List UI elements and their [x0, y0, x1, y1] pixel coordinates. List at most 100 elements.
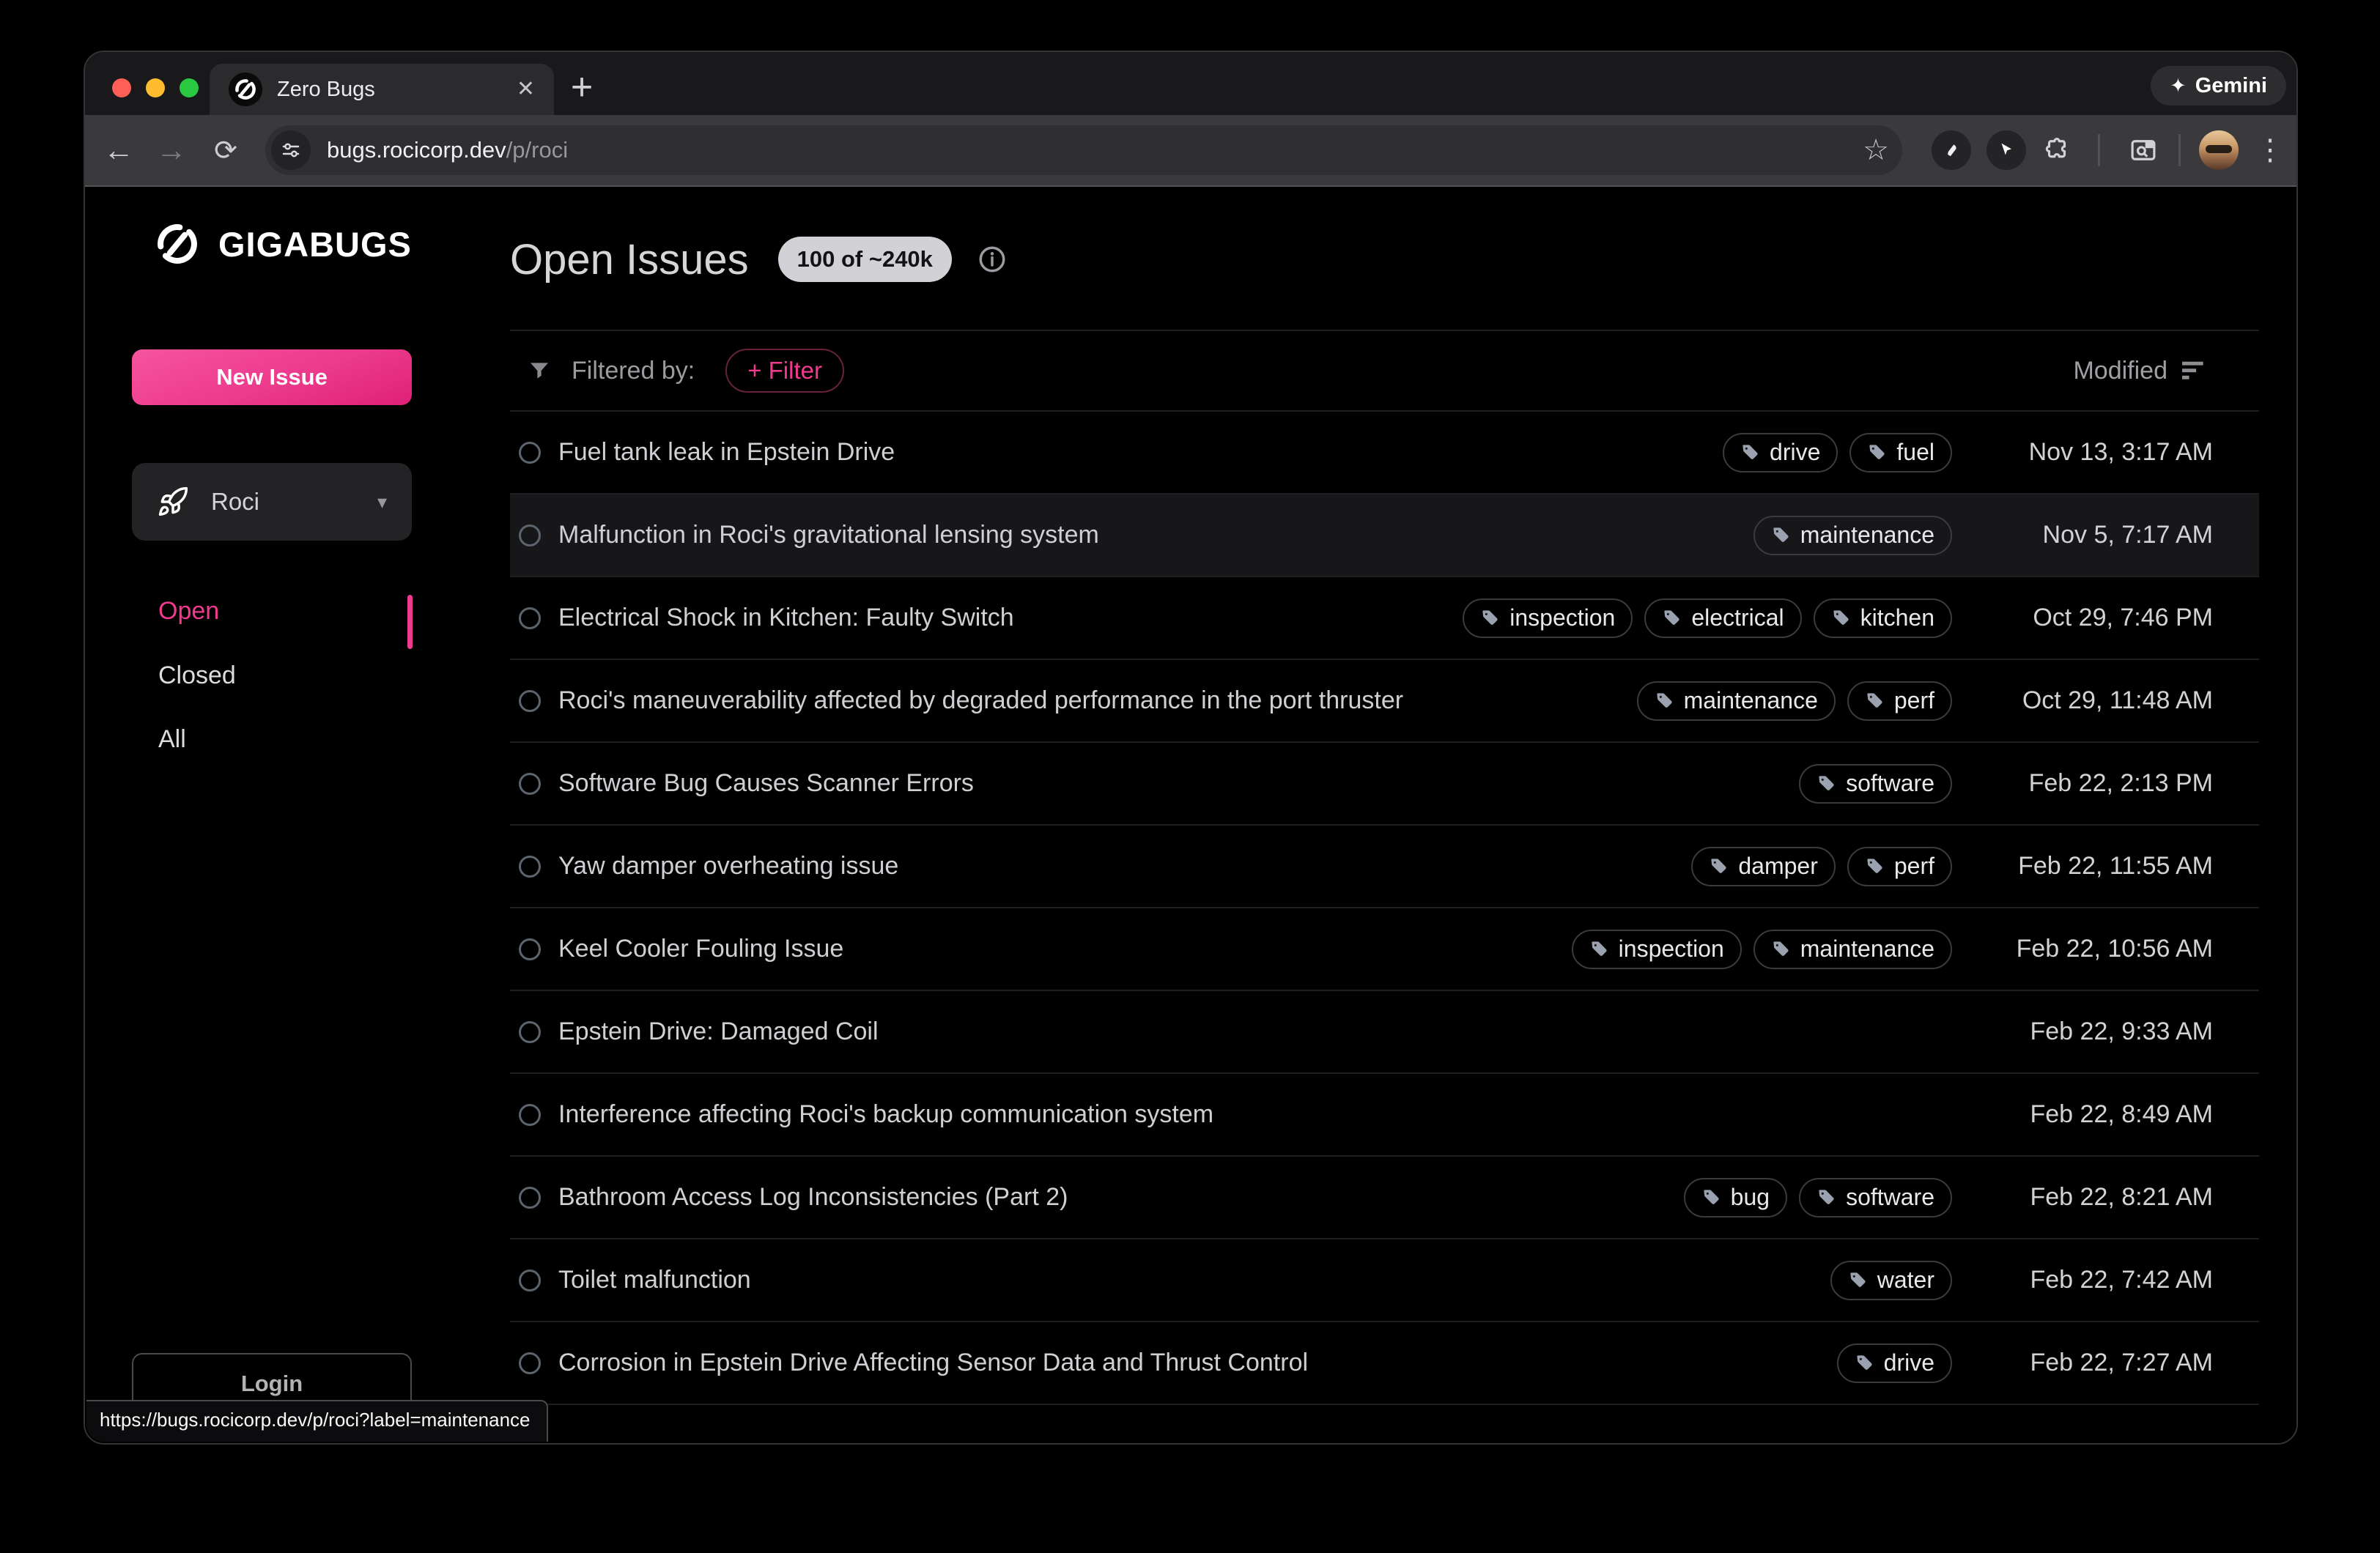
- issue-modified: Nov 13, 3:17 AM: [1978, 438, 2213, 467]
- page-header: Open Issues 100 of ~240k: [510, 228, 1008, 291]
- label-text: maintenance: [1800, 935, 1934, 963]
- issue-row[interactable]: Electrical Shock in Kitchen: Faulty Swit…: [510, 577, 2259, 660]
- label-chip[interactable]: maintenance: [1753, 930, 1952, 969]
- issue-modified: Feb 22, 8:49 AM: [1978, 1100, 2213, 1129]
- issue-modified: Oct 29, 7:46 PM: [1978, 604, 2213, 632]
- label-chip[interactable]: perf: [1847, 847, 1952, 886]
- window-close-button[interactable]: [112, 78, 131, 97]
- address-bar[interactable]: bugs.rocicorp.dev/p/roci ☆: [265, 125, 1902, 175]
- issue-row[interactable]: Yaw damper overheating issue damper perf…: [510, 826, 2259, 908]
- open-status-icon: [519, 856, 541, 878]
- tag-icon: [1662, 608, 1682, 628]
- label-chip[interactable]: electrical: [1644, 598, 1801, 638]
- gigabugs-logo-icon: [154, 220, 201, 267]
- issue-title: Software Bug Causes Scanner Errors: [558, 769, 1799, 798]
- label-chip[interactable]: inspection: [1572, 930, 1742, 969]
- browser-tab[interactable]: Zero Bugs ✕: [210, 64, 554, 115]
- issue-modified: Feb 22, 8:21 AM: [1978, 1183, 2213, 1212]
- gemini-button[interactable]: ✦ Gemini: [2151, 66, 2286, 105]
- open-status-icon: [519, 1270, 541, 1291]
- sidebar-item-open[interactable]: Open: [158, 597, 219, 626]
- back-button[interactable]: ←: [97, 115, 141, 185]
- label-chip[interactable]: drive: [1837, 1343, 1952, 1383]
- project-selector[interactable]: Roci ▾: [132, 463, 412, 541]
- issue-row[interactable]: Interference affecting Roci's backup com…: [510, 1074, 2259, 1157]
- sort-control[interactable]: Modified: [2073, 357, 2206, 385]
- tag-icon: [1867, 442, 1887, 462]
- label-chip[interactable]: drive: [1723, 433, 1838, 472]
- tag-icon: [1848, 1270, 1868, 1290]
- tag-icon: [1865, 691, 1885, 711]
- bookmark-star-icon[interactable]: ☆: [1863, 133, 1889, 167]
- sort-label: Modified: [2073, 357, 2168, 385]
- browser-menu-icon[interactable]: ⋮: [2255, 133, 2285, 168]
- issue-row[interactable]: Fuel tank leak in Epstein Drive drive fu…: [510, 412, 2259, 494]
- issue-row[interactable]: Keel Cooler Fouling Issue inspection mai…: [510, 908, 2259, 991]
- issue-modified: Feb 22, 2:13 PM: [1978, 769, 2213, 798]
- toolbar-divider: [2098, 134, 2100, 166]
- zero-logo-favicon: [229, 73, 262, 106]
- label-chip[interactable]: fuel: [1849, 433, 1952, 472]
- label-text: software: [1846, 1184, 1934, 1211]
- label-chip[interactable]: inspection: [1463, 598, 1633, 638]
- tab-close-icon[interactable]: ✕: [517, 78, 535, 100]
- issue-row[interactable]: Toilet malfunction water Feb 22, 7:42 AM: [510, 1239, 2259, 1322]
- new-tab-button[interactable]: +: [560, 67, 604, 111]
- forward-button[interactable]: →: [149, 115, 193, 185]
- issue-row[interactable]: Roci's maneuverability affected by degra…: [510, 660, 2259, 743]
- site-settings-icon[interactable]: [271, 130, 311, 170]
- window-minimize-button[interactable]: [146, 78, 165, 97]
- label-chip[interactable]: software: [1799, 1178, 1952, 1217]
- issue-modified: Feb 22, 11:55 AM: [1978, 852, 2213, 881]
- tag-icon: [1855, 1353, 1874, 1373]
- issue-title: Epstein Drive: Damaged Coil: [558, 1018, 1952, 1046]
- issue-list: Fuel tank leak in Epstein Drive drive fu…: [510, 412, 2259, 1405]
- issue-row[interactable]: Software Bug Causes Scanner Errors softw…: [510, 743, 2259, 826]
- issue-title: Roci's maneuverability affected by degra…: [558, 686, 1637, 715]
- tag-icon: [1655, 691, 1674, 711]
- brand[interactable]: GIGABUGS: [154, 220, 412, 267]
- tab-strip: Zero Bugs ✕ + ✦ Gemini: [85, 52, 2296, 115]
- page-title: Open Issues: [510, 235, 749, 284]
- issue-modified: Oct 29, 11:48 AM: [1978, 686, 2213, 715]
- issue-labels: drive: [1837, 1343, 1952, 1383]
- label-text: fuel: [1896, 439, 1934, 466]
- issue-row[interactable]: Epstein Drive: Damaged Coil Feb 22, 9:33…: [510, 991, 2259, 1074]
- label-chip[interactable]: bug: [1684, 1178, 1787, 1217]
- label-chip[interactable]: maintenance: [1753, 516, 1952, 555]
- extension-icon[interactable]: [1932, 130, 1971, 170]
- search-tabs-icon[interactable]: [2124, 130, 2163, 170]
- cursor-extension-icon[interactable]: [1987, 130, 2026, 170]
- profile-avatar[interactable]: [2199, 130, 2239, 170]
- sidebar-item-closed[interactable]: Closed: [158, 661, 236, 690]
- label-text: perf: [1894, 687, 1934, 714]
- open-status-icon: [519, 1021, 541, 1043]
- issue-title: Malfunction in Roci's gravitational lens…: [558, 521, 1753, 549]
- tag-icon: [1740, 442, 1760, 462]
- issue-labels: damper perf: [1691, 847, 1952, 886]
- label-text: electrical: [1691, 604, 1784, 631]
- issue-row[interactable]: Malfunction in Roci's gravitational lens…: [510, 494, 2259, 577]
- issue-labels: bug software: [1684, 1178, 1952, 1217]
- window-zoom-button[interactable]: [180, 78, 199, 97]
- label-chip[interactable]: perf: [1847, 681, 1952, 721]
- issue-labels: software: [1799, 764, 1952, 804]
- issue-row[interactable]: Corrosion in Epstein Drive Affecting Sen…: [510, 1322, 2259, 1405]
- sidebar-item-all[interactable]: All: [158, 725, 186, 754]
- extensions-puzzle-icon[interactable]: [2037, 130, 2077, 170]
- tag-icon: [1865, 856, 1885, 876]
- label-chip[interactable]: damper: [1691, 847, 1836, 886]
- label-chip[interactable]: maintenance: [1637, 681, 1836, 721]
- info-icon[interactable]: [977, 244, 1008, 275]
- issue-row[interactable]: Bathroom Access Log Inconsistencies (Par…: [510, 1157, 2259, 1239]
- add-filter-button[interactable]: + Filter: [725, 349, 844, 393]
- label-chip[interactable]: water: [1830, 1261, 1952, 1300]
- reload-button[interactable]: ⟳: [204, 115, 248, 185]
- tag-icon: [1771, 525, 1791, 545]
- label-chip[interactable]: kitchen: [1814, 598, 1952, 638]
- new-issue-button[interactable]: New Issue: [132, 349, 412, 405]
- gemini-label: Gemini: [2195, 74, 2267, 98]
- tag-icon: [1709, 856, 1729, 876]
- label-chip[interactable]: software: [1799, 764, 1952, 804]
- tag-icon: [1589, 939, 1609, 959]
